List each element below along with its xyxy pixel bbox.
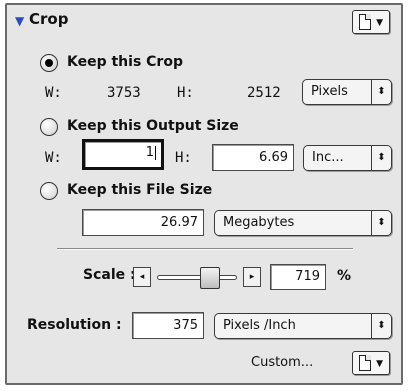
output-width-value: 1 bbox=[145, 145, 154, 160]
keep-crop-radio[interactable] bbox=[40, 54, 58, 72]
file-size-field[interactable]: 26.97 bbox=[82, 209, 204, 236]
crop-units-select[interactable]: Pixels ⬍ bbox=[302, 79, 392, 105]
scale-unit: % bbox=[337, 268, 352, 284]
updown-arrow-icon: ⬍ bbox=[371, 80, 391, 104]
chevron-down-icon: ▼ bbox=[376, 18, 383, 28]
updown-arrow-icon: ⬍ bbox=[371, 211, 391, 235]
resolution-value: 375 bbox=[173, 318, 198, 333]
crop-panel: ▼ Crop ▼ Keep this Crop W: 3753 H: 2512 … bbox=[5, 3, 403, 385]
file-size-value: 26.97 bbox=[160, 215, 198, 230]
scale-value: 719 bbox=[295, 269, 320, 284]
resolution-label: Resolution : bbox=[27, 317, 122, 333]
scale-slider-thumb[interactable] bbox=[200, 267, 220, 289]
scale-slider-track[interactable] bbox=[157, 275, 237, 280]
document-icon bbox=[359, 355, 371, 371]
collapse-triangle-icon[interactable]: ▼ bbox=[15, 14, 24, 28]
updown-arrow-icon: ⬍ bbox=[371, 314, 391, 338]
output-height-field[interactable]: 6.69 bbox=[212, 144, 294, 171]
output-width-field[interactable]: 1 bbox=[82, 139, 164, 170]
scale-increase-button[interactable]: ▸ bbox=[243, 267, 261, 287]
arrow-left-icon: ◂ bbox=[139, 272, 145, 282]
keep-crop-label: Keep this Crop bbox=[67, 54, 183, 70]
panel-title: Crop bbox=[29, 10, 69, 28]
custom-menu-button[interactable]: ▼ bbox=[352, 351, 390, 375]
resolution-units-select[interactable]: Pixels /Inch ⬍ bbox=[214, 313, 392, 339]
custom-label[interactable]: Custom... bbox=[251, 355, 313, 370]
output-height-value: 6.69 bbox=[259, 150, 288, 165]
keep-file-size-label: Keep this File Size bbox=[67, 182, 213, 198]
scale-decrease-button[interactable]: ◂ bbox=[133, 267, 151, 287]
section-divider bbox=[57, 248, 353, 250]
text-cursor bbox=[155, 145, 156, 160]
crop-height-value: 2512 bbox=[247, 85, 281, 101]
scale-field[interactable]: 719 bbox=[270, 264, 326, 290]
chevron-down-icon: ▼ bbox=[376, 359, 383, 369]
crop-width-value: 3753 bbox=[107, 85, 141, 101]
updown-arrow-icon: ⬍ bbox=[371, 146, 391, 170]
panel-menu-button[interactable]: ▼ bbox=[352, 10, 390, 34]
resolution-units-value: Pixels /Inch bbox=[223, 318, 296, 333]
output-units-select[interactable]: Inc... ⬍ bbox=[303, 145, 392, 171]
keep-file-size-radio[interactable] bbox=[40, 182, 58, 200]
crop-height-label: H: bbox=[177, 85, 194, 101]
keep-output-label: Keep this Output Size bbox=[67, 118, 239, 134]
output-width-label: W: bbox=[45, 150, 62, 166]
keep-output-radio[interactable] bbox=[40, 118, 58, 136]
file-size-units-select[interactable]: Megabytes ⬍ bbox=[214, 210, 392, 236]
scale-label: Scale : bbox=[83, 267, 136, 283]
crop-units-value: Pixels bbox=[311, 84, 348, 99]
file-size-units-value: Megabytes bbox=[223, 215, 295, 230]
output-height-label: H: bbox=[175, 150, 192, 166]
arrow-right-icon: ▸ bbox=[249, 272, 255, 282]
output-units-value: Inc... bbox=[312, 150, 344, 165]
document-icon bbox=[359, 14, 371, 30]
crop-width-label: W: bbox=[45, 85, 62, 101]
resolution-field[interactable]: 375 bbox=[132, 312, 204, 339]
